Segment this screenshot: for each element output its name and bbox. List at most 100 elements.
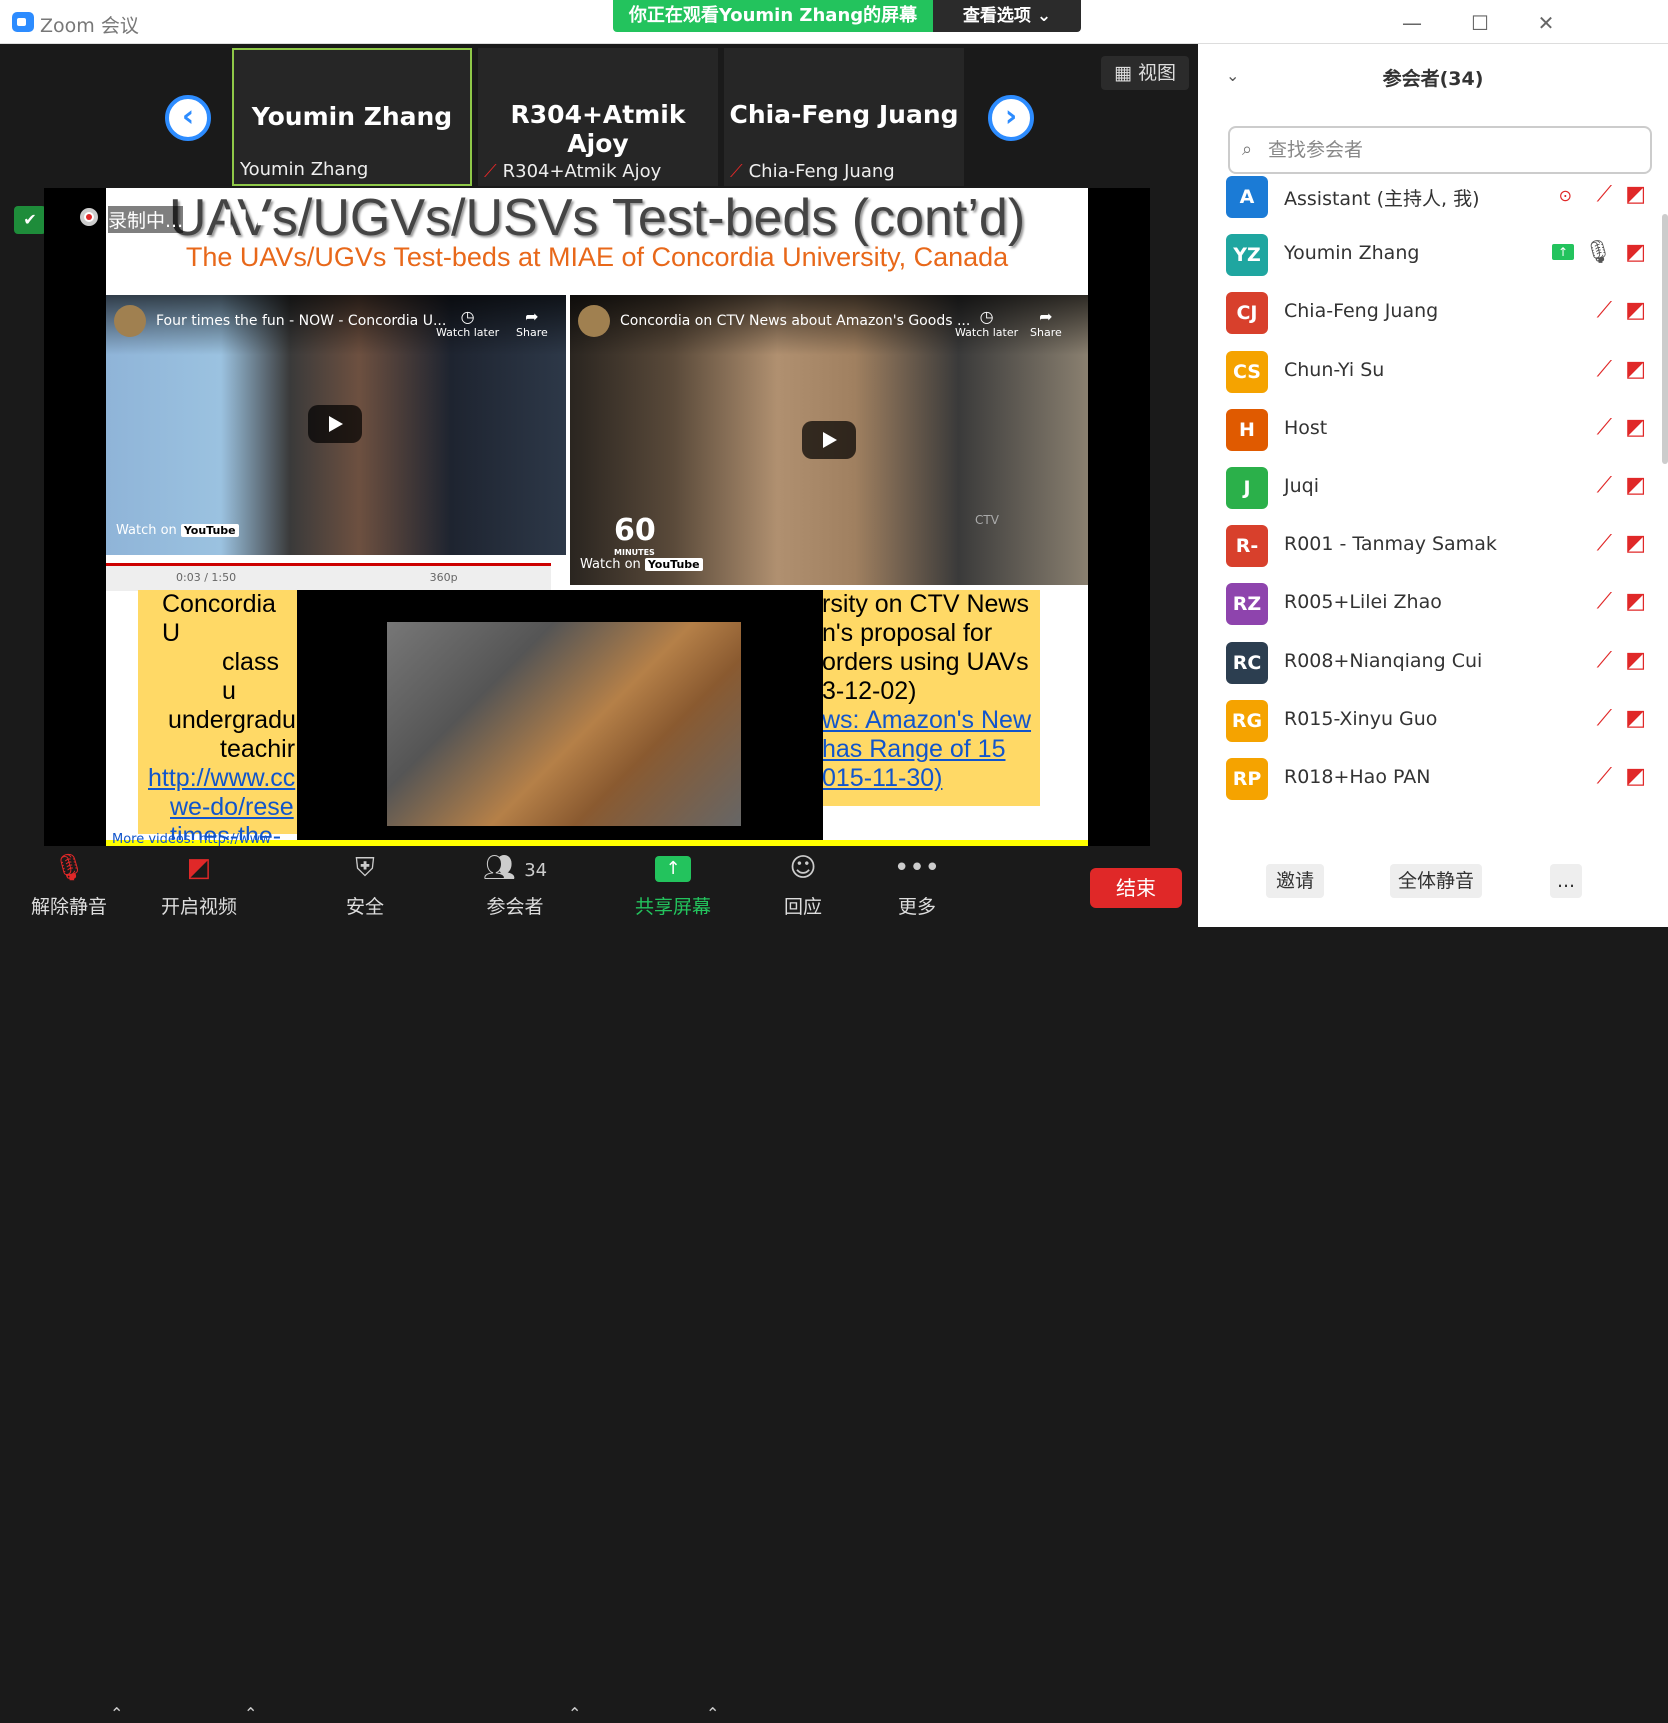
youtube-logo: YouTube: [180, 524, 239, 537]
search-icon: ⌕: [1242, 139, 1253, 160]
reactions-button[interactable]: ☺ 回应: [748, 846, 858, 927]
video-off-icon[interactable]: ◩: [1625, 240, 1646, 265]
participant-row[interactable]: A Assistant (主持人, 我) ⟋ ◩ ⊙: [1226, 172, 1646, 222]
video-tile[interactable]: Youmin Zhang Youmin Zhang: [232, 48, 472, 186]
mic-icon[interactable]: 🎙︎: [1584, 240, 1612, 265]
sixty-minutes-logo: 60 MINUTES: [614, 513, 656, 557]
participant-row[interactable]: R- R001 - Tanmay Samak ⟋ ◩: [1226, 521, 1646, 571]
link[interactable]: ws: Amazon's New: [822, 706, 1040, 735]
more-button[interactable]: ••• 更多: [862, 846, 972, 927]
participant-row[interactable]: YZ Youmin Zhang 🎙︎ ◩ ↑: [1226, 230, 1646, 280]
participant-row[interactable]: CJ Chia-Feng Juang ⟋ ◩: [1226, 288, 1646, 338]
previous-page-button[interactable]: ‹: [165, 95, 211, 141]
video-quality[interactable]: 360p: [430, 571, 458, 584]
security-button[interactable]: ⛨ 安全: [310, 846, 420, 927]
view-button[interactable]: ▦ 视图: [1101, 56, 1189, 90]
muted-mic-icon[interactable]: ⟋: [1597, 357, 1612, 382]
muted-mic-icon[interactable]: ⟋: [1597, 589, 1612, 614]
watch-on-youtube[interactable]: Watch on YouTube: [116, 523, 239, 538]
participant-row[interactable]: J Juqi ⟋ ◩: [1226, 463, 1646, 513]
muted-mic-icon[interactable]: ⟋: [1597, 531, 1612, 556]
view-options-button[interactable]: 查看选项 ⌄: [933, 0, 1081, 32]
muted-mic-icon[interactable]: ⟋: [1597, 182, 1612, 207]
more-videos-text: More videos: http://www: [112, 832, 271, 847]
invite-button[interactable]: 邀请: [1266, 864, 1324, 898]
audio-options-caret-icon[interactable]: ⌃: [110, 1704, 123, 1723]
video-header: Concordia on CTV News about Amazon's Goo…: [570, 295, 1088, 355]
maximize-icon[interactable]: ☐: [1460, 8, 1500, 38]
more-options-button[interactable]: ...: [1550, 864, 1582, 898]
muted-mic-icon[interactable]: ⟋: [1597, 648, 1612, 673]
video-off-icon[interactable]: ◩: [1625, 648, 1646, 673]
muted-mic-icon[interactable]: ⟋: [1597, 706, 1612, 731]
video-controls-bar[interactable]: 0:03 / 1:50 360p: [106, 563, 551, 591]
muted-mic-icon[interactable]: ⟋: [1597, 473, 1612, 498]
next-page-button[interactable]: ›: [988, 95, 1034, 141]
tile-display-name: R304+Atmik Ajoy: [510, 100, 686, 158]
video-off-icon[interactable]: ◩: [1625, 706, 1646, 731]
video-off-icon[interactable]: ◩: [1625, 473, 1646, 498]
video-off-icon[interactable]: ◩: [1625, 415, 1646, 440]
clock-icon: ◷: [979, 307, 994, 326]
link[interactable]: 015-11-30): [822, 764, 1040, 793]
share-options-caret-icon[interactable]: ⌃: [706, 1704, 719, 1723]
pause-recording-icon[interactable]: ❚❚ ■: [220, 207, 273, 228]
participant-list-scrollbar[interactable]: [1662, 214, 1668, 464]
video-tile[interactable]: R304+Atmik Ajoy ⟋ R304+Atmik Ajoy: [478, 48, 718, 186]
muted-mic-icon[interactable]: ⟋: [1597, 298, 1612, 323]
watch-later-button[interactable]: ◷ Watch later: [436, 307, 499, 339]
avatar: RG: [1226, 699, 1268, 742]
participants-options-caret-icon[interactable]: ⌃: [568, 1704, 581, 1723]
video-off-icon[interactable]: ◩: [1625, 357, 1646, 382]
participant-row[interactable]: H Host ⟋ ◩: [1226, 405, 1646, 455]
play-button[interactable]: [802, 421, 856, 459]
participant-row[interactable]: RZ R005+Lilei Zhao ⟋ ◩: [1226, 579, 1646, 629]
tile-display-name: Chia-Feng Juang: [729, 100, 959, 129]
tile-label: Chia-Feng Juang: [748, 161, 895, 182]
participant-row[interactable]: CS Chun-Yi Su ⟋ ◩: [1226, 347, 1646, 397]
participant-row[interactable]: RG R015-Xinyu Guo ⟋ ◩: [1226, 696, 1646, 746]
video-tile[interactable]: Chia-Feng Juang ⟋ Chia-Feng Juang: [724, 48, 964, 186]
muted-mic-icon[interactable]: ⟋: [1597, 415, 1612, 440]
link[interactable]: has Range of 15: [822, 735, 1040, 764]
end-meeting-button[interactable]: 结束: [1090, 868, 1182, 908]
video-off-icon[interactable]: ◩: [1625, 589, 1646, 614]
video-off-icon[interactable]: ◩: [1625, 298, 1646, 323]
embedded-video[interactable]: Concordia on CTV News about Amazon's Goo…: [570, 295, 1088, 585]
muted-mic-icon[interactable]: ⟋: [1597, 764, 1612, 789]
share-video-button[interactable]: ➦ Share: [516, 307, 548, 339]
watch-later-button[interactable]: ◷ Watch later: [955, 307, 1018, 339]
close-icon[interactable]: ✕: [1526, 8, 1566, 38]
media-player-video[interactable]: [387, 622, 741, 826]
media-player-window[interactable]: [297, 590, 823, 848]
video-off-icon[interactable]: ◩: [1625, 764, 1646, 789]
right-text-box: rsity on CTV News n's proposal for order…: [822, 590, 1040, 806]
start-video-button[interactable]: ◩ 开启视频: [144, 846, 254, 927]
participant-row[interactable]: RP R018+Hao PAN ⟋ ◩: [1226, 754, 1646, 804]
avatar: RC: [1226, 641, 1268, 684]
video-off-icon[interactable]: ◩: [1625, 182, 1646, 207]
participant-row[interactable]: RC R008+Nianqiang Cui ⟋ ◩: [1226, 638, 1646, 688]
unmute-button[interactable]: 🎙︎ 解除静音: [14, 846, 124, 927]
participants-icon: 👥︎ 34: [482, 853, 548, 883]
minimize-icon[interactable]: —: [1392, 8, 1432, 38]
recording-icon: [80, 208, 98, 226]
embedded-video[interactable]: Four times the fun - NOW - Concordia U..…: [106, 295, 566, 555]
avatar: H: [1226, 408, 1268, 451]
watch-on-youtube[interactable]: Watch on YouTube: [580, 557, 703, 572]
participant-search-input[interactable]: ⌕ 查找参会者: [1228, 126, 1652, 174]
participants-button[interactable]: 👥︎ 34 参会者: [460, 846, 570, 927]
play-button[interactable]: [308, 405, 362, 443]
grid-icon: ▦: [1113, 62, 1138, 84]
mute-all-button[interactable]: 全体静音: [1390, 864, 1482, 898]
video-options-caret-icon[interactable]: ⌃: [244, 1704, 257, 1723]
link[interactable]: http://www.cc: [148, 764, 298, 793]
muted-mic-icon: ⟋: [484, 161, 497, 182]
link[interactable]: we-do/rese: [148, 793, 298, 822]
video-off-icon[interactable]: ◩: [1625, 531, 1646, 556]
share-screen-button[interactable]: ↑ 共享屏幕: [618, 846, 728, 927]
video-header: Four times the fun - NOW - Concordia U..…: [106, 295, 566, 355]
minutes-label: MINUTES: [614, 548, 655, 557]
encryption-shield-icon[interactable]: ✔: [14, 206, 46, 234]
share-video-button[interactable]: ➦ Share: [1030, 307, 1062, 339]
